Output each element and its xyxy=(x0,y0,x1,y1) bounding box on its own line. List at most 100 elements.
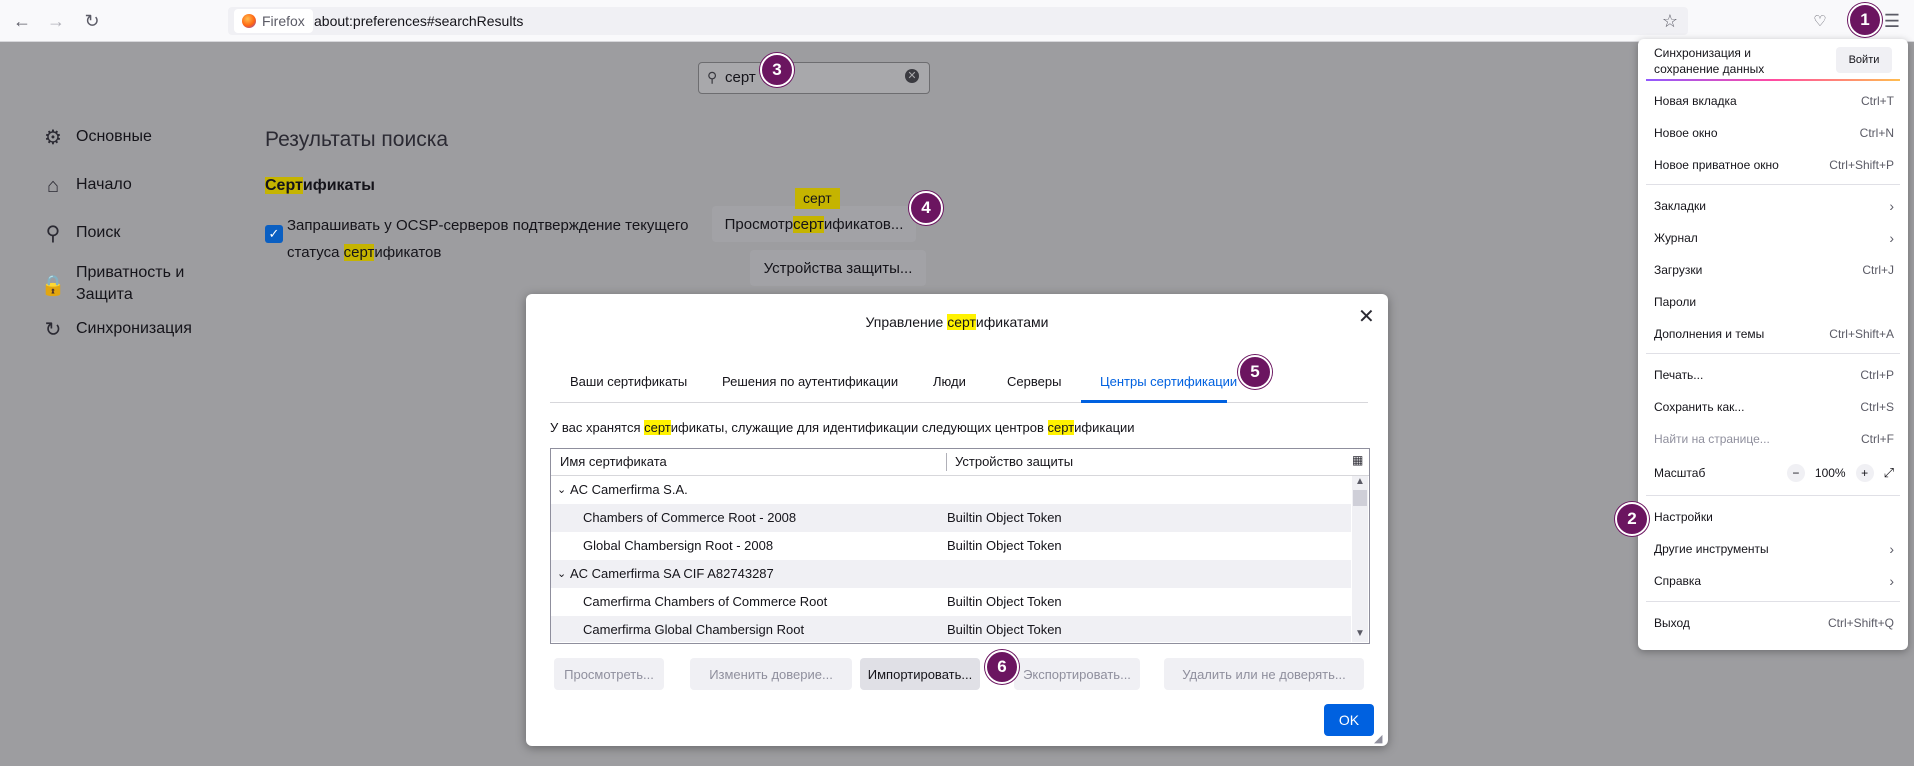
menu-history[interactable]: Журнал › xyxy=(1654,228,1894,248)
column-divider xyxy=(946,453,947,471)
chevron-down-icon: ⌄ xyxy=(557,568,567,580)
pocket-icon[interactable]: ♡ xyxy=(1806,8,1834,34)
search-value: серт xyxy=(725,69,756,86)
view-button[interactable]: Просмотреть... xyxy=(554,658,664,690)
menu-save-as[interactable]: Сохранить как... Ctrl+S xyxy=(1654,397,1894,417)
table-row[interactable]: Global Chambersign Root - 2008 Builtin O… xyxy=(551,532,1351,560)
back-arrow-icon[interactable]: ← xyxy=(8,8,36,34)
zoom-in-button[interactable]: + xyxy=(1855,464,1874,482)
tab-your-certificates[interactable]: Ваши сертификаты xyxy=(570,374,687,389)
menu-more-tools[interactable]: Другие инструменты › xyxy=(1654,539,1894,559)
nav-privacy[interactable]: 🔒 Приватность и Защита xyxy=(40,262,200,306)
chevron-right-icon: › xyxy=(1889,198,1894,214)
export-button[interactable]: Экспортировать... xyxy=(1014,658,1140,690)
menu-bookmarks[interactable]: Закладки › xyxy=(1654,196,1894,216)
nav-home[interactable]: ⌂ Начало xyxy=(40,176,132,196)
menu-passwords[interactable]: Пароли xyxy=(1654,292,1894,312)
column-security-device[interactable]: Устройство защиты xyxy=(955,449,1073,475)
nav-general[interactable]: ⚙ Основные xyxy=(40,128,152,148)
menu-new-private-window[interactable]: Новое приватное окно Ctrl+Shift+P xyxy=(1654,155,1894,175)
close-icon[interactable]: ✕ xyxy=(1358,304,1375,329)
menu-new-tab[interactable]: Новая вкладка Ctrl+T xyxy=(1654,91,1894,111)
fullscreen-icon[interactable]: ⤢ xyxy=(1884,465,1894,481)
scrollbar-thumb[interactable] xyxy=(1353,490,1367,506)
zoom-out-button[interactable]: − xyxy=(1786,464,1805,482)
certificates-section-title: Сертификаты xyxy=(265,177,375,194)
nav-label: Основные xyxy=(76,128,152,145)
step-badge: 4 xyxy=(909,191,943,225)
nav-label: Начало xyxy=(76,176,132,193)
url-text[interactable]: about:preferences#searchResults xyxy=(314,13,523,29)
step-badge: 1 xyxy=(1848,3,1882,37)
menu-help[interactable]: Справка › xyxy=(1654,571,1894,591)
ok-button[interactable]: OK xyxy=(1324,704,1374,736)
lock-icon: 🔒 xyxy=(40,275,66,297)
chevron-right-icon: › xyxy=(1889,573,1894,589)
table-row[interactable]: Camerfirma Global Chambersign Root Built… xyxy=(551,616,1351,642)
nav-sync[interactable]: ↻ Синхронизация xyxy=(40,320,192,340)
results-title: Результаты поиска xyxy=(265,128,449,151)
step-badge: 2 xyxy=(1615,502,1649,536)
zoom-value[interactable]: 100% xyxy=(1815,466,1846,480)
menu-exit[interactable]: Выход Ctrl+Shift+Q xyxy=(1654,613,1894,633)
clear-search-icon[interactable]: ✕ xyxy=(905,69,919,83)
sync-gradient-divider xyxy=(1646,79,1900,81)
import-button[interactable]: Импортировать... xyxy=(860,658,980,690)
edit-trust-button[interactable]: Изменить доверие... xyxy=(690,658,852,690)
sync-label[interactable]: Синхронизация и сохранение данных xyxy=(1654,45,1814,77)
scroll-up-icon[interactable]: ▲ xyxy=(1355,476,1365,487)
certificate-tree[interactable]: Имя сертификата Устройство защиты ▦ ⌄ AC… xyxy=(550,448,1370,644)
menu-addons[interactable]: Дополнения и темы Ctrl+Shift+A xyxy=(1654,324,1894,344)
sync-icon: ↻ xyxy=(44,319,62,341)
hamburger-menu-icon[interactable]: ☰ xyxy=(1878,8,1906,34)
menu-separator xyxy=(1646,601,1900,602)
ocsp-checkbox[interactable]: ✓ xyxy=(265,225,283,243)
signin-button[interactable]: Войти xyxy=(1836,47,1892,73)
table-row[interactable]: Camerfirma Chambers of Commerce Root Bui… xyxy=(551,588,1351,616)
chevron-right-icon: › xyxy=(1889,541,1894,557)
search-icon: ⚲ xyxy=(707,69,718,85)
reload-icon[interactable]: ↻ xyxy=(78,8,106,34)
resize-grip-icon[interactable]: ◢ xyxy=(1374,732,1382,745)
tab-servers[interactable]: Серверы xyxy=(1007,374,1061,389)
gear-icon: ⚙ xyxy=(44,127,62,149)
menu-zoom: Масштаб − 100% + ⤢ xyxy=(1654,464,1894,482)
nav-search[interactable]: ⚲ Поиск xyxy=(40,224,121,244)
menu-downloads[interactable]: Загрузки Ctrl+J xyxy=(1654,260,1894,280)
firefox-logo-icon xyxy=(242,14,256,28)
security-devices-button[interactable]: Устройства защиты... xyxy=(750,250,926,286)
search-tooltip: серт xyxy=(795,188,840,209)
scroll-down-icon[interactable]: ▼ xyxy=(1355,628,1365,639)
tabs-divider xyxy=(550,402,1368,403)
menu-separator xyxy=(1646,353,1900,354)
column-cert-name[interactable]: Имя сертификата xyxy=(560,449,667,475)
tab-authorities[interactable]: Центры сертификации xyxy=(1100,374,1237,389)
tab-people[interactable]: Люди xyxy=(933,374,966,389)
step-badge: 3 xyxy=(760,53,794,87)
view-certificates-button[interactable]: Просмотр серт ификатов... xyxy=(712,206,916,242)
authorities-description: У вас хранятся сертификаты, служащие для… xyxy=(550,420,1135,435)
table-row[interactable]: ⌄ AC Camerfirma SA CIF A82743287 xyxy=(551,560,1351,588)
forward-arrow-icon[interactable]: → xyxy=(42,8,70,34)
tab-auth-decisions[interactable]: Решения по аутентификации xyxy=(722,374,898,389)
identity-label: Firefox xyxy=(262,13,305,29)
menu-new-window[interactable]: Новое окно Ctrl+N xyxy=(1654,123,1894,143)
step-badge: 6 xyxy=(985,650,1019,684)
nav-label: Синхронизация xyxy=(76,320,192,337)
table-row[interactable]: ⌄ AC Camerfirma S.A. xyxy=(551,476,1351,504)
step-badge: 5 xyxy=(1238,355,1272,389)
active-tab-indicator xyxy=(1081,400,1227,403)
identity-box[interactable]: Firefox xyxy=(234,9,313,33)
column-picker-icon[interactable]: ▦ xyxy=(1352,453,1363,467)
chevron-down-icon: ⌄ xyxy=(557,484,567,496)
scrollbar[interactable]: ▲ ▼ xyxy=(1352,476,1368,642)
preferences-search-input[interactable]: ⚲ серт ✕ xyxy=(698,62,930,94)
bookmark-star-icon[interactable]: ☆ xyxy=(1656,8,1684,34)
menu-print[interactable]: Печать... Ctrl+P xyxy=(1654,365,1894,385)
app-menu: Синхронизация и сохранение данных Войти … xyxy=(1638,39,1908,650)
menu-settings[interactable]: Настройки xyxy=(1654,507,1894,527)
table-row[interactable]: Chambers of Commerce Root - 2008 Builtin… xyxy=(551,504,1351,532)
delete-distrust-button[interactable]: Удалить или не доверять... xyxy=(1164,658,1364,690)
menu-find-in-page: Найти на странице... Ctrl+F xyxy=(1654,432,1894,446)
ocsp-label: Запрашивать у OCSP-серверов подтверждени… xyxy=(287,217,689,261)
